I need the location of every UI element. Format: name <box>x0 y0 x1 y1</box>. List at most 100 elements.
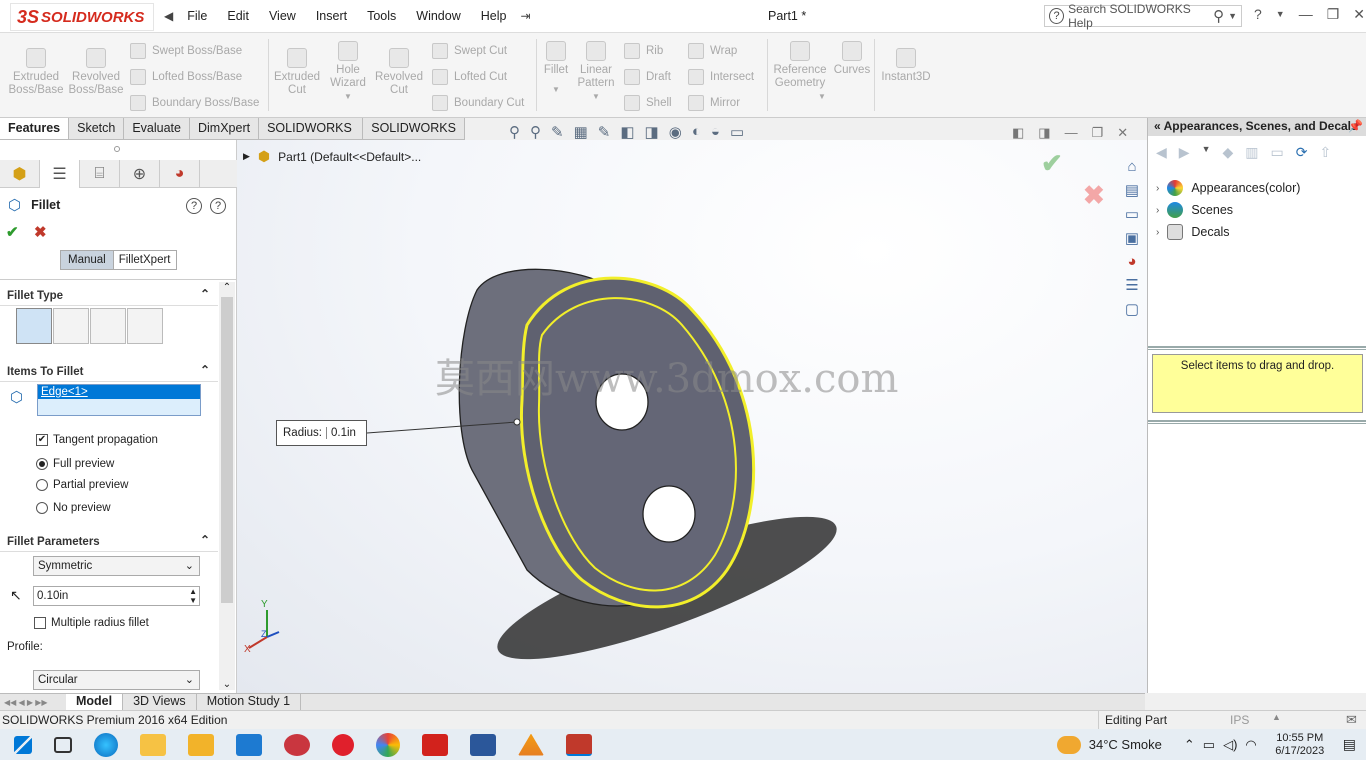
weather-text[interactable]: 34°C Smoke <box>1089 737 1162 752</box>
shell-button[interactable]: Shell <box>624 95 672 111</box>
view-palette-icon[interactable]: ▣ <box>1125 229 1139 247</box>
cancel-x-icon[interactable]: ✖ <box>34 223 47 241</box>
partial-preview-radio[interactable] <box>36 479 48 491</box>
notifications-icon[interactable]: ▤ <box>1343 736 1356 753</box>
units-dropdown-icon[interactable]: ▲ <box>1272 712 1281 722</box>
lofted-boss-button[interactable]: Lofted Boss/Base <box>130 69 242 85</box>
collapse-chevron-icon[interactable]: ⌃ <box>200 533 210 547</box>
word-icon[interactable] <box>470 733 496 756</box>
menu-file[interactable]: File <box>177 9 217 23</box>
radius-callout[interactable]: Radius: 0.1in <box>276 420 367 446</box>
search-icon[interactable]: ⚲ <box>1213 7 1224 25</box>
radius-input[interactable]: 0.10in ▲ ▼ <box>33 586 200 606</box>
volume-icon[interactable]: ◁) <box>1223 737 1237 753</box>
section-view-icon[interactable]: ▦ <box>574 123 588 141</box>
constant-size-fillet-icon[interactable] <box>16 308 52 344</box>
up-folder-icon[interactable]: ⇧ <box>1319 144 1331 161</box>
edge-browser-icon[interactable] <box>94 732 118 757</box>
tab-mbd[interactable]: SOLIDWORKS MBD <box>363 118 465 156</box>
ok-check-icon[interactable]: ✔ <box>6 223 19 241</box>
file-explorer-taskbar-icon[interactable] <box>140 733 166 756</box>
collapse-chevron-icon[interactable]: ⌃ <box>200 287 210 301</box>
history-dropdown-icon[interactable]: ▼ <box>1202 144 1211 161</box>
tab-sketch[interactable]: Sketch <box>69 118 125 139</box>
weather-icon[interactable] <box>1056 735 1081 754</box>
tangent-propagation-option[interactable]: ✔ Tangent propagation <box>36 434 158 446</box>
chat-bubble-icon[interactable]: ✉ <box>1346 712 1357 728</box>
help-icon[interactable]: ? <box>210 198 226 214</box>
instant3d-button[interactable]: Instant3D <box>878 48 934 84</box>
forum-icon[interactable]: ▢ <box>1125 300 1139 318</box>
tab-motion-study[interactable]: Motion Study 1 <box>197 694 302 710</box>
symmetric-select[interactable]: Symmetric ⌄ <box>33 556 200 576</box>
feature-tree-tab-icon[interactable]: ⬢ <box>0 160 40 188</box>
pin-menu-icon[interactable]: ⇥ <box>516 9 534 23</box>
multiple-radius-option[interactable]: Multiple radius fillet <box>34 617 149 629</box>
library-icon[interactable]: ▥ <box>1245 144 1258 161</box>
menu-help[interactable]: Help <box>471 9 517 23</box>
variable-size-fillet-icon[interactable] <box>53 308 89 344</box>
pane-splitter[interactable] <box>1148 346 1366 350</box>
callout-value[interactable]: 0.1in <box>327 427 356 439</box>
appearances-icon[interactable]: ◕ <box>1127 253 1136 270</box>
linear-pattern-button[interactable]: Linear Pattern ▼ <box>574 41 618 103</box>
tree-expand-icon[interactable]: › <box>1156 183 1159 194</box>
tree-scenes[interactable]: › Scenes <box>1156 202 1233 218</box>
opera-icon[interactable] <box>332 733 354 756</box>
windows-start-icon[interactable] <box>14 735 32 754</box>
help-dropdown-icon[interactable]: ▼ <box>1276 6 1285 23</box>
menu-view[interactable]: View <box>259 9 306 23</box>
property-manager-scrollbar[interactable]: ⌃ ⌄ <box>219 282 235 690</box>
battery-icon[interactable]: ▭ <box>1203 737 1215 753</box>
full-round-fillet-icon[interactable] <box>127 308 163 344</box>
design-library-icon[interactable]: ▤ <box>1125 181 1139 199</box>
tab-features[interactable]: Features <box>0 118 70 139</box>
hide-show-items-icon[interactable]: ◉ <box>669 123 682 141</box>
restore-icon[interactable]: ❐ <box>1327 6 1340 23</box>
view-orientation-icon[interactable]: ◧ <box>620 123 634 141</box>
multiple-radius-checkbox[interactable] <box>34 617 46 629</box>
task-view-icon[interactable] <box>54 736 72 753</box>
refresh-icon[interactable]: ⟳ <box>1296 144 1308 161</box>
fillet-button[interactable]: Fillet ▼ <box>540 41 572 96</box>
tree-expand-icon[interactable]: › <box>1156 205 1159 216</box>
display-manager-tab-icon[interactable]: ◕ <box>160 160 200 188</box>
scroll-down-icon[interactable]: ⌄ <box>219 679 235 690</box>
linear-pattern-dropdown-icon[interactable]: ▼ <box>574 90 618 103</box>
file-explorer-icon[interactable]: ▭ <box>1125 205 1139 223</box>
fillet-parameters-header[interactable]: Fillet Parameters ⌃ <box>0 530 218 552</box>
previous-view-icon[interactable]: ✎ <box>551 123 564 141</box>
menu-tools[interactable]: Tools <box>357 9 406 23</box>
display-style-icon[interactable]: ◨ <box>645 123 659 141</box>
revolved-boss-button[interactable]: Revolved Boss/Base <box>68 48 124 97</box>
search-help-field[interactable]: ? Search SOLIDWORKS Help ⚲ ▼ <box>1044 2 1242 30</box>
edit-appearance-icon[interactable]: ◐ <box>692 123 701 141</box>
tab-addins[interactable]: SOLIDWORKS Add-Ins <box>259 118 364 156</box>
extruded-boss-button[interactable]: Extruded Boss/Base <box>8 48 64 97</box>
configuration-manager-tab-icon[interactable]: ⌸ <box>80 160 120 188</box>
tab-evaluate[interactable]: Evaluate <box>124 118 190 139</box>
viewport-minimize-icon[interactable]: — <box>1065 125 1078 141</box>
viewport-close-icon[interactable]: ✕ <box>1117 125 1128 141</box>
pdf-reader-icon[interactable] <box>422 733 448 756</box>
minimize-icon[interactable]: — <box>1299 6 1313 23</box>
reference-geometry-button[interactable]: Reference Geometry ▼ <box>770 41 830 103</box>
no-preview-option[interactable]: No preview <box>36 502 111 514</box>
units-indicator[interactable]: IPS <box>1230 713 1249 727</box>
viewport-tile-right-icon[interactable]: ◨ <box>1038 125 1050 141</box>
extruded-cut-button[interactable]: Extruded Cut <box>272 48 322 97</box>
tree-decals[interactable]: › Decals <box>1156 224 1230 240</box>
full-preview-radio[interactable] <box>36 458 48 470</box>
collapse-pane-icon[interactable]: « <box>1154 119 1161 133</box>
zoom-to-fit-icon[interactable]: ⚲ <box>509 123 520 141</box>
fillet-type-header[interactable]: Fillet Type ⌃ <box>0 284 218 306</box>
scroll-thumb[interactable] <box>221 297 233 603</box>
forward-icon[interactable]: ▶ <box>1179 144 1190 161</box>
viewport-tile-left-icon[interactable]: ◧ <box>1012 125 1024 141</box>
tree-appearances[interactable]: › Appearances(color) <box>1156 180 1300 196</box>
solidworks-resources-icon[interactable]: ⌂ <box>1127 158 1136 175</box>
tab-3d-views[interactable]: 3D Views <box>123 694 197 710</box>
rib-button[interactable]: Rib <box>624 43 663 59</box>
face-fillet-icon[interactable] <box>90 308 126 344</box>
viewport-restore-icon[interactable]: ❐ <box>1092 125 1104 141</box>
